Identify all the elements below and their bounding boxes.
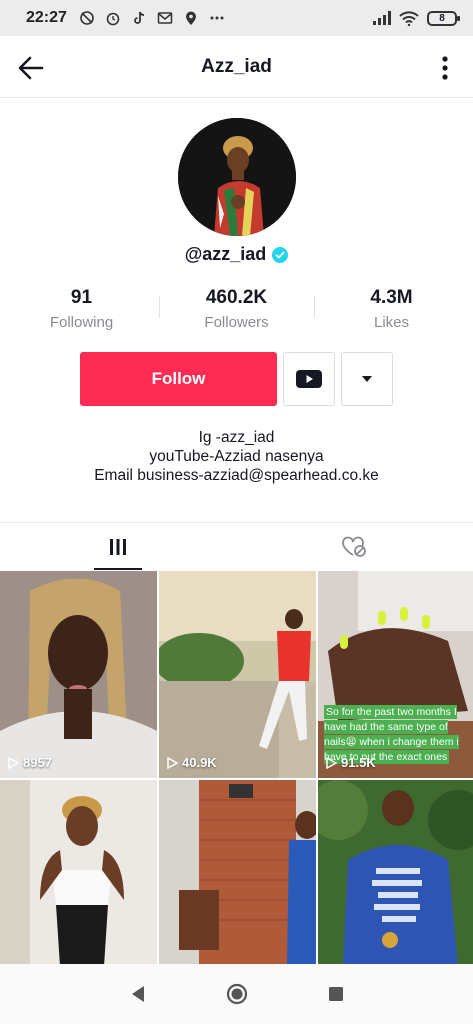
- follow-button[interactable]: Follow: [80, 352, 277, 406]
- alarm-icon: [106, 12, 120, 26]
- video-thumbnail[interactable]: [318, 780, 473, 966]
- view-count-value: 8957: [23, 755, 52, 770]
- video-thumbnail-image: [0, 780, 157, 966]
- video-grid: 8957 40.9K So for the past two months I …: [0, 571, 473, 966]
- play-icon: [326, 756, 337, 769]
- more-options-icon[interactable]: [437, 53, 453, 83]
- view-count: 91.5K: [326, 755, 376, 770]
- bio-line: Email business-azziad@spearhead.co.ke: [94, 467, 379, 484]
- tiktok-icon: [134, 11, 144, 24]
- gmail-icon: [157, 12, 173, 24]
- profile-tabs: [0, 522, 473, 570]
- battery-indicator: 8: [427, 10, 460, 26]
- play-icon: [167, 756, 178, 769]
- signal-icon: [373, 11, 391, 25]
- view-count-value: 91.5K: [341, 755, 376, 770]
- stat-label: Likes: [373, 314, 410, 331]
- nav-recents-icon[interactable]: [328, 986, 344, 1002]
- location-icon: [185, 11, 196, 25]
- video-thumbnail[interactable]: 8957: [0, 571, 157, 778]
- view-count: 8957: [8, 755, 52, 770]
- stat-value: 91: [70, 287, 93, 308]
- back-arrow-icon[interactable]: [16, 53, 46, 83]
- video-grid-icon: [110, 538, 126, 555]
- wifi-icon: [399, 10, 419, 26]
- video-thumbnail[interactable]: 40.9K: [159, 571, 316, 778]
- video-thumbnail-image: [159, 571, 316, 778]
- stat-followers[interactable]: 460.2K Followers: [159, 286, 314, 336]
- nav-home-icon[interactable]: [226, 983, 248, 1005]
- stat-label: Following: [49, 314, 114, 331]
- video-thumbnail-image: [0, 571, 157, 778]
- profile-stats: 91 Following 460.2K Followers 4.3M Likes: [0, 286, 473, 336]
- page-title: Azz_iad: [201, 55, 272, 77]
- stat-label: Followers: [204, 314, 269, 331]
- stat-likes[interactable]: 4.3M Likes: [314, 286, 469, 336]
- verified-badge-icon: [272, 246, 289, 263]
- view-count: 40.9K: [167, 755, 217, 770]
- youtube-button[interactable]: [283, 352, 335, 406]
- stat-value: 4.3M: [370, 287, 413, 308]
- profile-header: Azz_iad: [0, 36, 473, 98]
- profile-bio: Ig -azz_iad youTube-Azziad nasenya Email…: [0, 428, 473, 485]
- video-thumbnail[interactable]: So for the past two months I have had th…: [318, 571, 473, 778]
- status-time: 22:27: [26, 9, 67, 26]
- video-thumbnail[interactable]: [0, 780, 157, 966]
- bio-line: youTube-Azziad nasenya: [149, 448, 324, 465]
- bio-line: Ig -azz_iad: [198, 429, 275, 446]
- stat-following[interactable]: 91 Following: [4, 286, 159, 336]
- profile-actions: Follow: [80, 352, 393, 406]
- username: @azz_iad: [184, 244, 267, 264]
- video-thumbnail[interactable]: [159, 780, 316, 966]
- view-count-value: 40.9K: [182, 755, 217, 770]
- stat-value: 460.2K: [205, 287, 268, 308]
- nav-back-icon[interactable]: [130, 985, 146, 1003]
- do-not-disturb-icon: [80, 11, 94, 25]
- youtube-icon: [296, 370, 322, 388]
- liked-hidden-icon: [342, 536, 366, 557]
- username-row: @azz_iad: [0, 244, 473, 265]
- system-navigation-bar: [0, 964, 473, 1024]
- tab-liked[interactable]: [236, 523, 472, 570]
- video-thumbnail-image: [318, 780, 473, 966]
- tab-videos[interactable]: [0, 523, 236, 570]
- suggestions-dropdown-button[interactable]: [341, 352, 393, 406]
- more-notifications-icon: [210, 16, 224, 20]
- video-thumbnail-image: [159, 780, 316, 966]
- caret-down-icon: [362, 376, 372, 382]
- play-icon: [8, 756, 19, 769]
- avatar[interactable]: [178, 118, 296, 236]
- status-bar: 22:27 8: [0, 0, 473, 36]
